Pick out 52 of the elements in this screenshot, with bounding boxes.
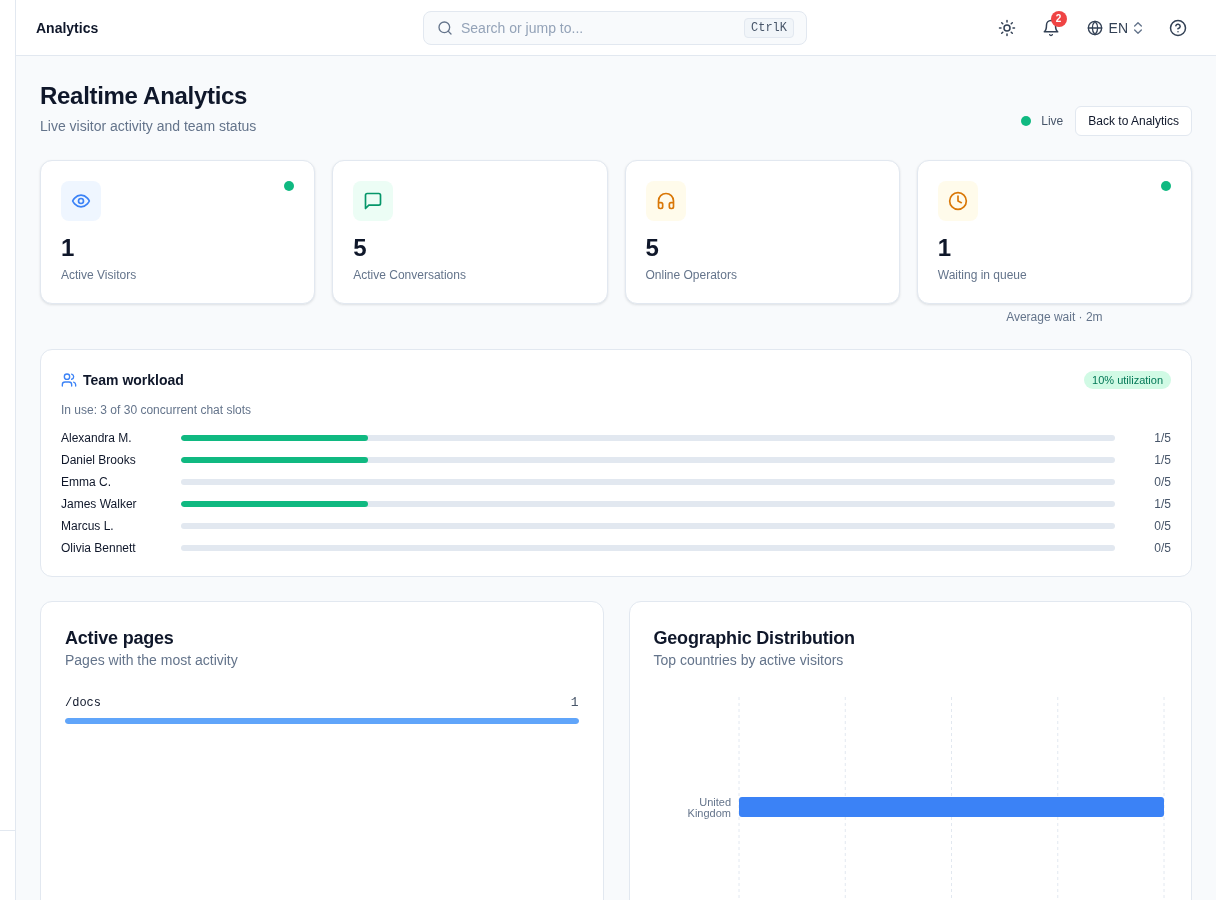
stat-label: Active Visitors — [61, 267, 138, 283]
card-subtitle: Top countries by active visitors — [653, 651, 845, 670]
member-name: Alexandra M. — [61, 430, 133, 446]
page-subtitle: Live visitor activity and team status — [40, 117, 257, 136]
page-title: Realtime Analytics — [40, 81, 249, 111]
notification-badge: 2 — [1050, 10, 1067, 27]
card-title: Active pages — [65, 627, 175, 650]
member-name: James Walker — [61, 496, 138, 512]
stat-value: 1 — [937, 233, 953, 263]
sun-icon — [997, 18, 1016, 37]
chat-bubble-icon — [353, 181, 394, 221]
app-title: Analytics — [36, 19, 99, 36]
member-name: Emma C. — [61, 474, 112, 490]
card-title: Geographic Distribution — [653, 627, 856, 650]
workload-reading: 1/5 — [1153, 496, 1171, 512]
page-count: 1 — [570, 695, 579, 710]
search-icon — [437, 19, 453, 36]
stat-value: 5 — [353, 233, 368, 263]
average-wait-note: Average wait · 2m — [1005, 309, 1104, 325]
globe-icon — [1086, 19, 1103, 36]
search-field[interactable]: Search or jump to... — [461, 17, 736, 38]
workload-reading: 0/5 — [1153, 518, 1171, 534]
workload-reading: 1/5 — [1153, 452, 1171, 468]
member-name: Daniel Brooks — [61, 452, 137, 468]
card-title: Team workload — [83, 372, 184, 388]
language-selector[interactable]: EN — [1078, 11, 1150, 44]
stat-label: Waiting in queue — [937, 267, 1028, 283]
chevrons-up-down-icon — [1134, 21, 1142, 34]
stat-label: Active Conversations — [353, 267, 467, 283]
eye-icon — [61, 181, 101, 221]
headphones-icon — [645, 181, 686, 221]
search-bar[interactable]: Search or jump to... CtrlK — [423, 10, 807, 45]
page-path: /docs — [65, 695, 101, 710]
keyboard-shortcut: CtrlK — [744, 17, 794, 38]
stat-label: Online Operators — [645, 267, 738, 283]
country-label: United Kingdom — [687, 795, 731, 819]
live-status-label: Live — [1041, 114, 1064, 128]
workload-reading: 0/5 — [1153, 474, 1171, 490]
member-name: Marcus L. — [61, 518, 115, 534]
help-icon — [1169, 18, 1187, 37]
notifications-button[interactable]: 2 — [1034, 11, 1067, 44]
stat-value: 5 — [645, 233, 660, 263]
card-subtitle: Pages with the most activity — [65, 651, 239, 670]
back-button[interactable]: Back to Analytics — [1075, 106, 1192, 136]
stat-value: 1 — [61, 233, 76, 263]
utilization-badge: 10% utilization — [1084, 371, 1171, 389]
member-name: Olivia Bennett — [61, 540, 137, 556]
clock-icon — [937, 181, 978, 221]
users-icon — [61, 372, 77, 388]
slots-summary: In use: 3 of 30 concurrent chat slots — [61, 402, 253, 418]
workload-reading: 1/5 — [1153, 430, 1171, 446]
workload-reading: 0/5 — [1153, 540, 1171, 556]
